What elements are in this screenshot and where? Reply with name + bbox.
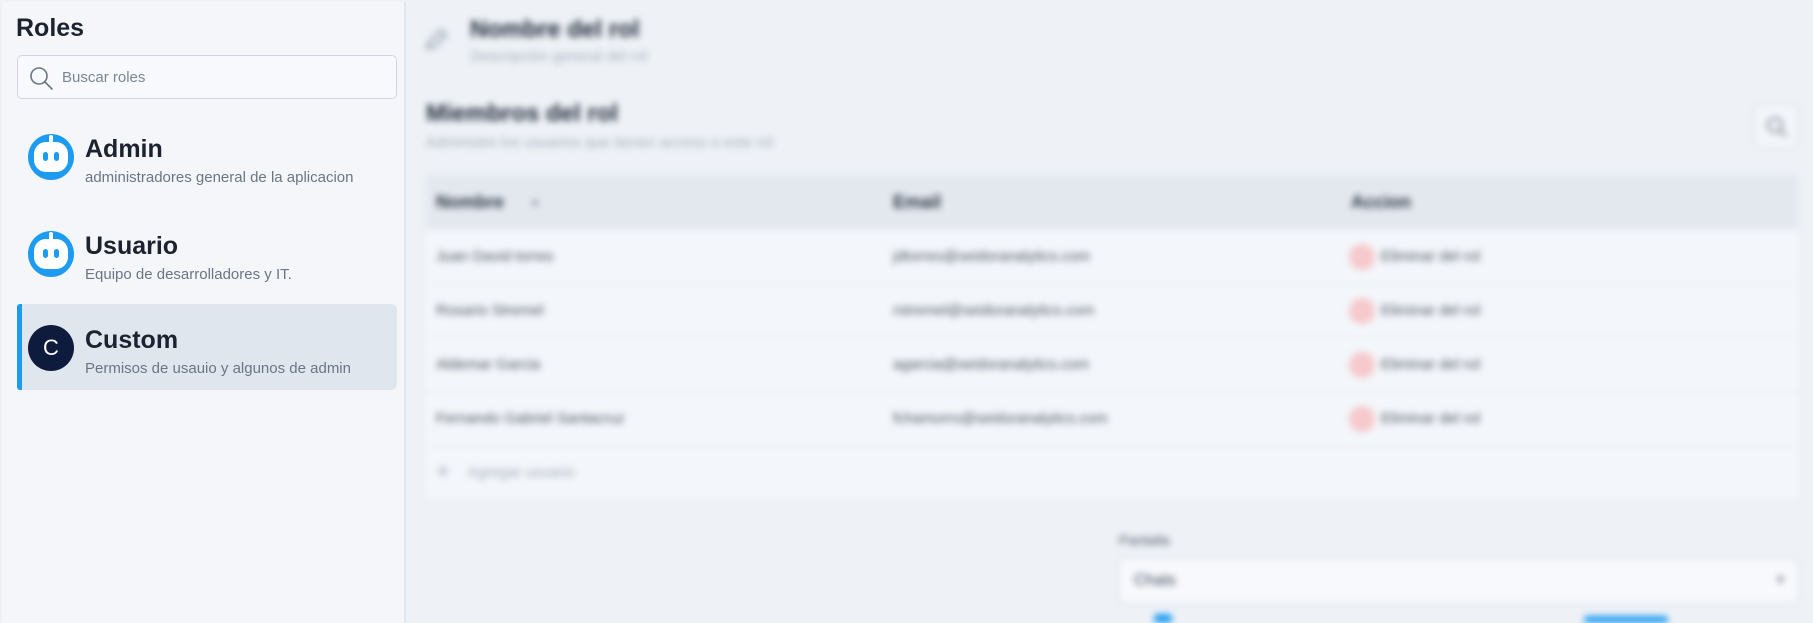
roles-search-input[interactable] — [62, 64, 382, 90]
roles-sidebar: Roles Admin administradores general de l… — [2, 2, 406, 623]
add-user-button[interactable]: + Agregar usuario — [426, 446, 1798, 500]
table-row: Rosario Stremel rstremel@seidoranalytics… — [426, 284, 1798, 338]
remove-from-role-button[interactable]: Eliminar del rol — [1381, 302, 1480, 319]
selected-indicator — [17, 304, 22, 390]
table-header: Nombre ▾ Email Accion — [426, 174, 1798, 230]
member-email: fchamorro@seidoranalytics.com — [893, 410, 1108, 427]
role-name: Usuario — [85, 232, 179, 260]
bot-icon — [28, 134, 74, 180]
screen-label: Pantalla — [1119, 532, 1170, 548]
members-subtitle: Administre los usuarios que tienen acces… — [426, 134, 773, 151]
app-root: Roles Admin administradores general de l… — [0, 0, 1813, 623]
chevron-down-icon: ▾ — [1776, 571, 1784, 587]
role-item-custom[interactable]: C Custom Permisos de usauio y algunos de… — [17, 304, 397, 390]
column-header-email: Email — [893, 192, 942, 212]
role-item-usuario[interactable]: Usuario Equipo de desarrolladores y IT. — [17, 210, 397, 296]
table-row: Fernando Gabriel Santacruz fchamorro@sei… — [426, 392, 1798, 446]
search-icon — [30, 67, 53, 90]
remove-icon[interactable] — [1349, 406, 1375, 432]
remove-icon[interactable] — [1349, 352, 1375, 378]
column-header-action: Accion — [1351, 192, 1412, 212]
screen-select-value: Chats — [1134, 572, 1176, 589]
search-icon — [1767, 117, 1787, 137]
remove-icon[interactable] — [1349, 244, 1375, 270]
role-detail-panel: Nombre del rol Descripción general del r… — [414, 0, 1813, 623]
plus-icon: + — [436, 458, 451, 485]
pencil-icon[interactable] — [422, 26, 450, 54]
member-name: Fernando Gabriel Santacruz — [436, 410, 625, 427]
member-email: jdtorres@seidoranalytics.com — [893, 248, 1090, 265]
role-name: Admin — [85, 135, 163, 163]
save-button[interactable] — [1584, 616, 1668, 623]
avatar: C — [28, 325, 74, 371]
members-table: Nombre ▾ Email Accion Juan David torres … — [426, 174, 1798, 500]
table-row: Juan David torres jdtorres@seidoranalyti… — [426, 230, 1798, 284]
role-description: Equipo de desarrolladores y IT. — [85, 266, 292, 283]
member-name: Rosario Stremel — [436, 302, 544, 319]
members-search-button[interactable] — [1754, 104, 1798, 148]
screen-select[interactable]: Chats ▾ — [1119, 558, 1799, 604]
bot-icon — [28, 231, 74, 277]
members-title: Miembros del rol — [426, 100, 619, 127]
table-row: Aldemar Garcia agarcia@seidoranalytics.c… — [426, 338, 1798, 392]
add-user-label: Agregar usuario — [468, 464, 575, 481]
sidebar-title: Roles — [16, 14, 85, 42]
role-description: administradores general de la aplicacion — [85, 169, 354, 186]
role-description: Permisos de usauio y algunos de admin — [85, 360, 351, 377]
member-name: Aldemar Garcia — [436, 356, 541, 373]
role-title[interactable]: Nombre del rol — [470, 16, 639, 44]
column-header-name[interactable]: Nombre — [436, 192, 504, 213]
role-item-admin[interactable]: Admin administradores general de la apli… — [17, 113, 397, 199]
member-email: rstremel@seidoranalytics.com — [893, 302, 1095, 319]
remove-from-role-button[interactable]: Eliminar del rol — [1381, 410, 1480, 427]
member-name: Juan David torres — [436, 248, 554, 265]
remove-from-role-button[interactable]: Eliminar del rol — [1381, 356, 1480, 373]
member-email: agarcia@seidoranalytics.com — [893, 356, 1090, 373]
role-subtitle[interactable]: Descripción general del rol — [470, 48, 648, 65]
toggle[interactable] — [1154, 614, 1172, 623]
remove-from-role-button[interactable]: Eliminar del rol — [1381, 248, 1480, 265]
role-name: Custom — [85, 326, 179, 354]
chevron-down-icon[interactable]: ▾ — [532, 196, 538, 210]
roles-search-box[interactable] — [17, 55, 397, 99]
remove-icon[interactable] — [1349, 298, 1375, 324]
